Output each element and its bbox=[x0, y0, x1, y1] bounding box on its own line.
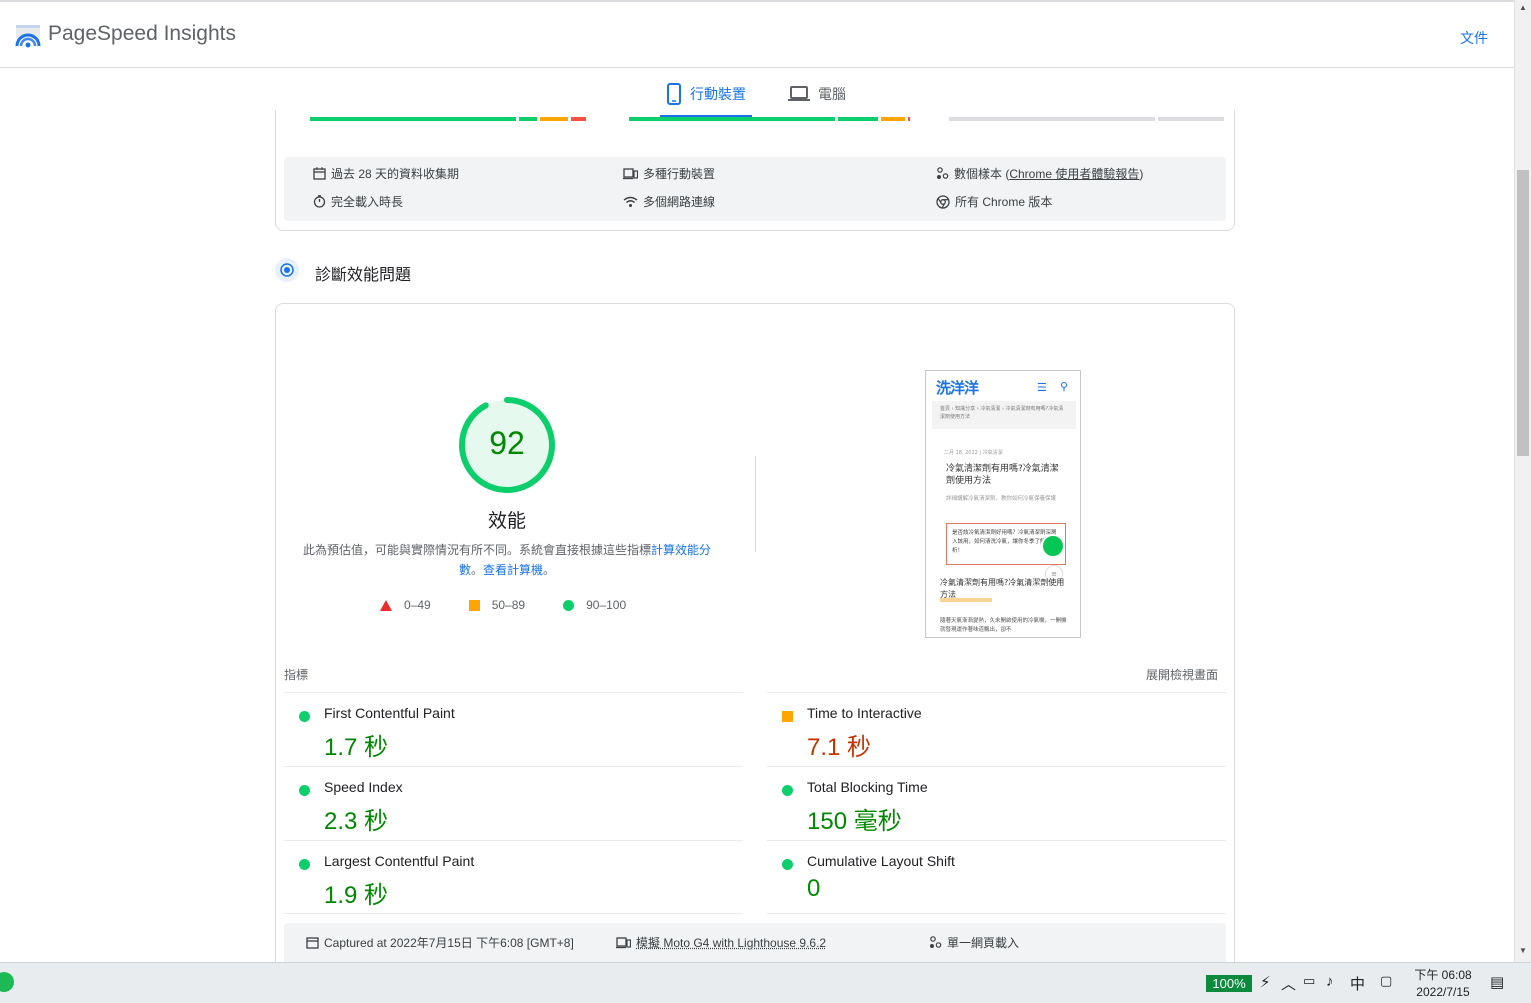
scroll-down-icon[interactable]: ▼ bbox=[1519, 946, 1527, 955]
circle-icon bbox=[299, 859, 310, 870]
app-title[interactable]: PageSpeed Insights bbox=[48, 22, 236, 46]
circle-icon bbox=[782, 785, 793, 796]
post-subtitle: 詳細講解冷氣清潔劑，教你如何冷氣保養保護 bbox=[946, 496, 1057, 502]
performance-label: 效能 bbox=[487, 511, 526, 532]
chevron-up-icon[interactable]: ︿ bbox=[1281, 973, 1296, 994]
metrics-heading: 指標 bbox=[284, 668, 309, 682]
field-data-card: 過去 28 天的資料收集期 多種行動裝置 數個樣本 (Chrome 使用者體驗報… bbox=[275, 110, 1235, 231]
final-screenshot[interactable]: 洗洋洋 ☰ ⚲ 首頁 › 知識分享 › 冷氣清潔 › 冷氣清潔劑有用嗎?冷氣清潔… bbox=[925, 370, 1081, 638]
timer-icon bbox=[313, 195, 326, 208]
network-info: 多個網路連線 bbox=[623, 193, 715, 210]
tab-desktop-label: 電腦 bbox=[818, 86, 846, 102]
square-icon bbox=[468, 599, 480, 611]
legend-average: 50–89 bbox=[468, 598, 525, 612]
site-logo: 洗洋洋 bbox=[936, 379, 979, 397]
distribution-bar-cls bbox=[949, 117, 1224, 121]
section-title: 診斷效能問題 bbox=[315, 267, 412, 284]
metric-si: Speed Index 2.3 秒 bbox=[284, 766, 743, 840]
chrome-icon bbox=[936, 194, 950, 209]
device-info: 模擬 Moto G4 with Lighthouse 9.6.2 bbox=[616, 934, 826, 951]
scroll-up-icon[interactable]: ▲ bbox=[1519, 3, 1527, 12]
chrome-versions-info: 所有 Chrome 版本 bbox=[936, 193, 1052, 210]
top-app-bar: PageSpeed Insights 文件 bbox=[0, 0, 1514, 68]
legend-pass: 90–100 bbox=[563, 598, 626, 612]
lab-data-icon bbox=[275, 258, 299, 282]
square-icon bbox=[782, 711, 793, 722]
taskbar: 100% ⚡ ︿ ▭ ♪ 中 ▢ 下午 06:08 2022/7/15 ▤ bbox=[0, 962, 1531, 1003]
line-chat-icon bbox=[1041, 534, 1065, 558]
metric-tti: Time to Interactive 7.1 秒 bbox=[767, 692, 1226, 766]
samples-info: 數個樣本 (Chrome 使用者體驗報告) bbox=[936, 165, 1143, 182]
divider bbox=[284, 913, 743, 914]
notification-icon[interactable]: ▤ bbox=[1490, 973, 1504, 991]
page: PageSpeed Insights 文件 行動裝置 電腦 過去 28 天的資料… bbox=[0, 0, 1531, 1003]
group-icon bbox=[937, 167, 949, 179]
crux-report-link[interactable]: Chrome 使用者體驗報告 bbox=[1009, 165, 1139, 182]
metric-lcp: Largest Contentful Paint 1.9 秒 bbox=[284, 840, 743, 914]
calendar-icon bbox=[313, 167, 326, 180]
metric-fcp: First Contentful Paint 1.7 秒 bbox=[284, 692, 743, 766]
divider bbox=[755, 456, 756, 552]
run-info: Captured at 2022年7月15日 下午6:08 [GMT+8] 模擬… bbox=[284, 923, 1226, 963]
pagespeed-logo-icon[interactable] bbox=[14, 22, 42, 50]
estimate-note: 此為預估值，可能與實際情況有所不同。系統會直接根據這些指標計算效能分數。查看計算… bbox=[302, 543, 712, 577]
expand-view-toggle[interactable]: 展開檢視畫面 bbox=[1146, 666, 1218, 683]
divider bbox=[767, 913, 1226, 914]
battery-percent[interactable]: 100% bbox=[1206, 975, 1252, 992]
wifi-icon bbox=[623, 196, 638, 207]
circle-icon bbox=[563, 599, 575, 611]
post-title: 冷氣清潔劑有用嗎?冷氣清潔劑使用方法 bbox=[946, 464, 1059, 486]
post-date: 二月 18, 2022 | 冷氣清潔 bbox=[944, 450, 1003, 456]
circle-icon bbox=[782, 859, 793, 870]
distribution-bar-lcp bbox=[310, 117, 586, 121]
ime-indicator[interactable]: 中 bbox=[1350, 973, 1365, 994]
full-load-info: 完全載入時長 bbox=[313, 193, 403, 210]
search-icon: ⚲ bbox=[1060, 380, 1069, 393]
circle-icon bbox=[299, 785, 310, 796]
metric-tbt: Total Blocking Time 150 毫秒 bbox=[767, 766, 1226, 840]
calendar-icon bbox=[306, 937, 319, 949]
smartphone-icon bbox=[667, 83, 681, 105]
collection-period: 過去 28 天的資料收集期 bbox=[313, 165, 459, 182]
devices-icon bbox=[616, 936, 631, 948]
tab-mobile-label: 行動裝置 bbox=[690, 86, 746, 102]
laptop-icon bbox=[788, 86, 810, 101]
volume-icon[interactable]: ♪ bbox=[1326, 973, 1334, 990]
ime-mode-icon[interactable]: ▢ bbox=[1380, 973, 1392, 989]
captured-info: Captured at 2022年7月15日 下午6:08 [GMT+8] bbox=[306, 934, 574, 951]
legend-fail: 0–49 bbox=[380, 598, 431, 612]
site-breadcrumb: 首頁 › 知識分享 › 冷氣清潔 › 冷氣清潔劑有用嗎?冷氣清潔劑使用方法 bbox=[932, 401, 1076, 429]
field-data-info: 過去 28 天的資料收集期 多種行動裝置 數個樣本 (Chrome 使用者體驗報… bbox=[284, 157, 1226, 221]
calculator-link[interactable]: 查看計算機 bbox=[483, 563, 543, 577]
group-icon bbox=[930, 936, 942, 948]
triangle-icon bbox=[380, 599, 392, 611]
load-info: 單一網頁載入 bbox=[929, 934, 1019, 951]
score-legend: 0–49 50–89 90–100 bbox=[380, 598, 664, 612]
devices-info: 多種行動裝置 bbox=[623, 165, 715, 182]
spotify-icon[interactable] bbox=[0, 972, 14, 992]
system-clock[interactable]: 下午 06:08 2022/7/15 bbox=[1410, 967, 1476, 1001]
devices-icon bbox=[623, 167, 638, 179]
hamburger-icon: ☰ bbox=[1037, 381, 1047, 394]
circle-icon bbox=[299, 711, 310, 722]
distribution-bar-fid bbox=[629, 117, 910, 121]
post-paragraph: 隨著天氣漸漸變熱，久未開啟使用的冷氣機，一開機就發現運作著味道飄出，卻不 bbox=[940, 618, 1067, 633]
performance-score: 92 bbox=[489, 425, 525, 461]
metric-cls: Cumulative Layout Shift 0 bbox=[767, 840, 1226, 914]
post-heading: 冷氣清潔劑有用嗎?冷氣清潔劑使用方法 bbox=[940, 578, 1065, 599]
scrollbar-thumb[interactable] bbox=[1517, 170, 1529, 456]
docs-link[interactable]: 文件 bbox=[1460, 28, 1488, 48]
plug-icon[interactable]: ⚡ bbox=[1260, 973, 1271, 991]
power-icon[interactable]: ▭ bbox=[1303, 973, 1315, 989]
vertical-scrollbar[interactable]: ▲ ▼ bbox=[1514, 0, 1531, 962]
